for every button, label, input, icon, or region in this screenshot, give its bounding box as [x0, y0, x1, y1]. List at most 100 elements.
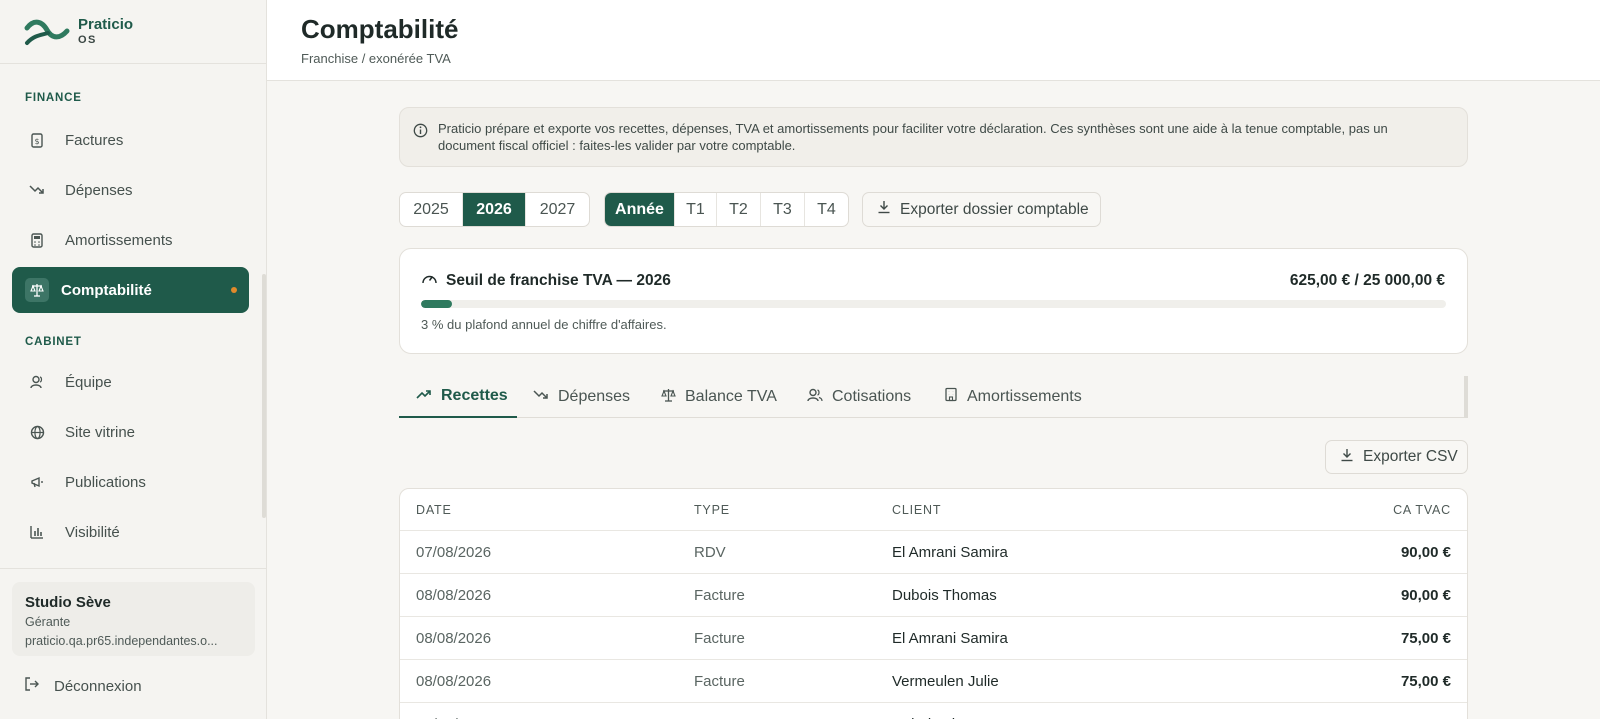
cell-amount: 90,00 €	[1400, 543, 1451, 561]
period-option-annee[interactable]: Année	[605, 193, 675, 226]
users-icon	[29, 374, 45, 390]
cell-type: Facture	[694, 586, 745, 604]
sidebar-item-label: Dépenses	[65, 181, 133, 199]
threshold-note: 3 % du plafond annuel de chiffre d'affai…	[421, 317, 667, 332]
cell-amount: 75,00 €	[1400, 629, 1451, 647]
sidebar-item-label: Visibilité	[65, 523, 120, 541]
cell-client: El Amrani Samira	[892, 629, 1008, 647]
scale-icon	[25, 278, 49, 302]
period-option-t1[interactable]: T1	[675, 193, 717, 226]
year-option-2025[interactable]: 2025	[400, 193, 463, 226]
logout-label: Déconnexion	[54, 678, 142, 695]
table-row[interactable]: 08/08/2026 Facture Vermeulen Julie 75,00…	[400, 660, 1467, 703]
page-title: Comptabilité	[301, 14, 459, 44]
table-row[interactable]: 08/08/2026 Facture El Amrani Samira 75,0…	[400, 617, 1467, 660]
cell-client: El Amrani Samira	[892, 543, 1008, 561]
cell-type: Facture	[694, 672, 745, 690]
cell-date: 10/08/2026	[416, 703, 491, 719]
revenue-table: DATE TYPE CLIENT CA TVAC 07/08/2026 RDV …	[399, 488, 1468, 719]
sidebar-item-visibilite[interactable]: Visibilité	[12, 509, 249, 555]
sidebar-item-label: Site vitrine	[65, 423, 136, 441]
sidebar: Praticio OS FINANCE $ Factures Dépenses …	[0, 0, 267, 719]
threshold-amount: 625,00 € / 25 000,00 €	[1289, 272, 1445, 289]
cell-type: RDV	[694, 703, 726, 719]
tab-label: Recettes	[441, 387, 508, 404]
cell-amount: 90,00 €	[1400, 586, 1451, 604]
tab-depenses[interactable]: Dépenses	[533, 376, 630, 418]
period-option-t4[interactable]: T4	[805, 193, 848, 226]
tabs-scrollbar[interactable]	[1464, 376, 1468, 418]
page-subtitle: Franchise / exonérée TVA	[301, 51, 451, 66]
export-dossier-label: Exporter dossier comptable	[900, 200, 1089, 218]
trend-down-icon	[29, 182, 45, 198]
brand-name: Praticio	[78, 15, 134, 33]
tab-recettes[interactable]: Recettes	[399, 376, 517, 418]
sidebar-item-amortissements[interactable]: Amortissements	[12, 217, 249, 263]
building-icon	[944, 387, 958, 407]
cell-date: 07/08/2026	[416, 543, 492, 561]
sidebar-scrollbar[interactable]	[262, 274, 266, 518]
export-csv-button[interactable]: Exporter CSV	[1325, 440, 1468, 474]
profile-role: Gérante	[25, 615, 71, 629]
logout-icon	[24, 676, 40, 697]
threshold-title: Seuil de franchise TVA — 2026	[446, 272, 671, 289]
trend-up-icon	[416, 387, 432, 405]
vat-threshold-card: Seuil de franchise TVA — 2026 625,00 € /…	[399, 248, 1468, 354]
threshold-progress-track	[421, 300, 1446, 308]
year-selector: 2025 2026 2027	[399, 192, 590, 227]
cell-client: Dubois Thomas	[892, 586, 997, 604]
tab-label: Dépenses	[558, 388, 631, 405]
year-option-2026[interactable]: 2026	[463, 193, 526, 226]
export-csv-label: Exporter CSV	[1363, 448, 1458, 465]
brand-suffix: OS	[78, 33, 97, 46]
info-icon	[413, 123, 428, 143]
period-selector: Année T1 T2 T3 T4	[604, 192, 849, 227]
globe-icon	[29, 424, 45, 440]
svg-text:$: $	[34, 137, 39, 146]
page-header: Comptabilité Franchise / exonérée TVA	[267, 0, 1600, 81]
sidebar-item-label: Amortissements	[65, 231, 173, 249]
sidebar-item-depenses[interactable]: Dépenses	[12, 167, 249, 213]
cell-date: 08/08/2026	[416, 629, 492, 647]
cell-type: Facture	[694, 629, 745, 647]
sidebar-item-site-vitrine[interactable]: Site vitrine	[12, 409, 249, 455]
trend-down-icon	[533, 388, 549, 406]
table-row[interactable]: 08/08/2026 Facture Dubois Thomas 90,00 €	[400, 574, 1467, 617]
period-option-t2[interactable]: T2	[717, 193, 761, 226]
tab-cotisations[interactable]: Cotisations	[807, 376, 911, 418]
logout-button[interactable]: Déconnexion	[24, 676, 142, 697]
profile-card[interactable]: Studio Sève Gérante praticio.qa.pr65.ind…	[12, 582, 255, 656]
profile-email: praticio.qa.pr65.independantes.o...	[25, 634, 218, 648]
accounting-tabs: Recettes Dépenses Balance TVA Cotisation…	[399, 376, 1468, 418]
table-row[interactable]: 10/08/2026 RDV Dubois Thomas 75,00 €	[400, 703, 1467, 719]
column-header-client[interactable]: CLIENT	[892, 489, 941, 530]
table-header-row: DATE TYPE CLIENT CA TVAC	[400, 489, 1467, 531]
sidebar-item-equipe[interactable]: Équipe	[12, 359, 249, 405]
invoice-icon: $	[29, 132, 45, 148]
period-option-t3[interactable]: T3	[761, 193, 805, 226]
cell-amount: 75,00 €	[1401, 703, 1451, 719]
tab-label: Cotisations	[832, 388, 912, 405]
column-header-date[interactable]: DATE	[416, 489, 452, 530]
cell-amount: 75,00 €	[1400, 672, 1451, 690]
users-icon	[807, 388, 823, 407]
cell-date: 08/08/2026	[416, 586, 492, 604]
sidebar-item-publications[interactable]: Publications	[12, 459, 249, 505]
info-text: Praticio prépare et exporte vos recettes…	[438, 121, 1388, 153]
scale-icon	[661, 388, 676, 407]
gauge-icon	[421, 271, 438, 291]
cell-type: RDV	[694, 543, 726, 561]
megaphone-icon	[29, 474, 45, 490]
sidebar-item-label: Factures	[65, 131, 124, 149]
tab-balance-tva[interactable]: Balance TVA	[661, 376, 777, 418]
column-header-amount[interactable]: CA TVAC	[1393, 489, 1451, 530]
export-dossier-button[interactable]: Exporter dossier comptable	[862, 192, 1101, 227]
sidebar-item-factures[interactable]: $ Factures	[12, 117, 249, 163]
sidebar-item-comptabilite[interactable]: Comptabilité	[12, 267, 249, 313]
column-header-type[interactable]: TYPE	[694, 489, 730, 530]
year-option-2027[interactable]: 2027	[526, 193, 589, 226]
tab-amortissements[interactable]: Amortissements	[944, 376, 1082, 418]
table-row[interactable]: 07/08/2026 RDV El Amrani Samira 90,00 €	[400, 531, 1467, 574]
nav-section-cabinet: CABINET	[25, 336, 82, 348]
brand[interactable]: Praticio OS	[0, 0, 266, 64]
